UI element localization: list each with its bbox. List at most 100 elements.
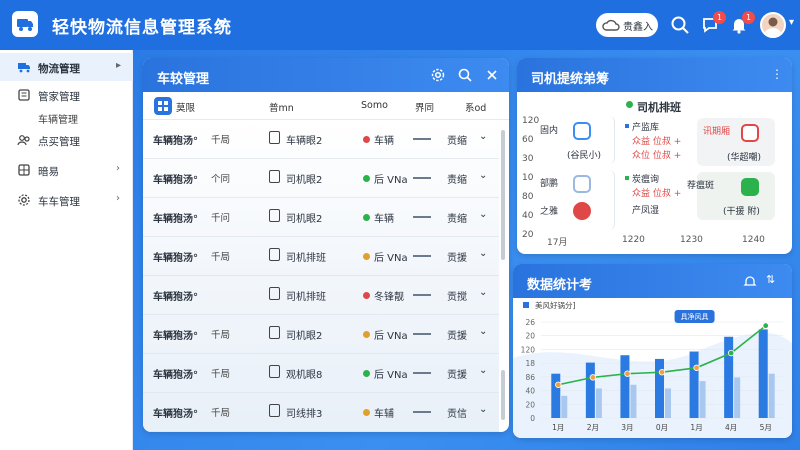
sidebar-item-car-management[interactable]: 车车管理 › xyxy=(0,186,133,214)
x-tick-label: 1月 xyxy=(552,423,564,432)
bar[interactable] xyxy=(561,395,568,418)
search-icon[interactable] xyxy=(457,67,473,83)
line-point[interactable] xyxy=(589,374,597,381)
table-row[interactable]: 车辆狍汤° 千局 观机眼8 后 VNa 贡援 ⌄ xyxy=(143,354,499,393)
action-cell[interactable]: 贡援 xyxy=(447,327,467,342)
status-cell: 车辆 xyxy=(374,214,394,225)
x-tick-label: 4月 xyxy=(725,423,737,432)
bar[interactable] xyxy=(734,377,741,418)
table-row[interactable]: 车辆狍汤° 千局 司机排班 后 VNa 贡援 ⌄ xyxy=(143,237,499,276)
line-point[interactable] xyxy=(624,370,631,377)
arrow-icon xyxy=(413,255,431,257)
table-row[interactable]: 车辆狍汤° 千局 司线排3 车辅 贡信 ⌄ xyxy=(143,393,499,432)
bar[interactable] xyxy=(655,358,664,418)
chevron-down-icon[interactable]: ⌄ xyxy=(479,287,487,298)
chevron-down-icon[interactable]: ⌄ xyxy=(479,326,487,337)
chevron-down-icon[interactable]: ▾ xyxy=(789,17,794,28)
action-cell[interactable]: 责缩 xyxy=(447,171,467,186)
sidebar-item-points[interactable]: 点买管理 xyxy=(0,126,133,154)
chevron-down-icon[interactable]: ⌄ xyxy=(479,365,487,376)
action-cell[interactable]: 贡援 xyxy=(447,366,467,381)
chevron-down-icon[interactable]: ▾ xyxy=(218,15,224,29)
table-row[interactable]: 车辆狍汤° 千局 司机眼2 后 VNa 贡援 ⌄ xyxy=(143,315,499,354)
line-point[interactable] xyxy=(727,349,735,357)
cloud-status-button[interactable]: 贵鑫入 xyxy=(596,13,658,37)
y-tick-label: 120 xyxy=(521,345,536,354)
bar[interactable] xyxy=(585,362,595,418)
status-dot xyxy=(363,214,370,221)
chevron-down-icon[interactable]: ⌄ xyxy=(479,404,487,415)
document-icon xyxy=(269,287,280,300)
table-row[interactable]: 车辆狍汤° 千局 车辆眼2 车辆 贡缩 ⌄ xyxy=(143,120,499,159)
sidebar-item-trade[interactable]: 暗易 › xyxy=(0,156,133,184)
arrow-icon xyxy=(413,216,431,218)
bar[interactable] xyxy=(665,388,671,418)
table-row[interactable]: 车辆狍汤° 千问 司机眼2 车辆 责缩 ⌄ xyxy=(143,198,499,237)
bar[interactable] xyxy=(758,329,768,418)
search-icon[interactable] xyxy=(670,15,690,35)
column-header[interactable]: 界同 xyxy=(415,100,434,114)
scrollbar-thumb[interactable] xyxy=(501,130,505,260)
schedule-cell: 司线排3 xyxy=(286,409,323,420)
chevron-down-icon[interactable]: ⌄ xyxy=(479,248,487,259)
bar[interactable] xyxy=(630,384,637,418)
sidebar-item-label: 物流管理 xyxy=(38,63,80,75)
message-icon[interactable]: 1 xyxy=(700,11,726,35)
avatar[interactable] xyxy=(760,12,786,38)
chevron-down-icon[interactable]: ⌄ xyxy=(479,170,487,181)
status-cell: 后 VNa xyxy=(374,331,408,342)
column-header[interactable]: Somo xyxy=(361,100,388,111)
bar[interactable] xyxy=(551,373,561,418)
column-header[interactable]: 系od xyxy=(465,100,486,114)
column-header[interactable]: 普mn xyxy=(269,100,294,114)
bar[interactable] xyxy=(595,388,602,418)
scrollbar-thumb[interactable] xyxy=(501,370,505,420)
arrow-icon xyxy=(413,177,431,179)
column-header[interactable]: 莫限 xyxy=(176,100,195,114)
table-row[interactable]: 车辆狍汤° 个同 司机眼2 后 VNa 责缩 ⌄ xyxy=(143,159,499,198)
scrollbar[interactable] xyxy=(499,120,507,432)
driver-stats-panel: 司机提统弟筹 ⋮ 司机排班 120 60 30 10 80 40 20 17月 1220 123… xyxy=(517,58,792,254)
y-tick-label: 0 xyxy=(530,414,535,423)
line-point[interactable] xyxy=(693,364,700,371)
line-point[interactable] xyxy=(658,369,666,376)
action-cell[interactable]: 贡缩 xyxy=(447,132,467,147)
grid-icon[interactable] xyxy=(154,97,172,115)
bar[interactable] xyxy=(724,336,734,418)
stat-card[interactable]: 固内 (谷民小) xyxy=(537,116,615,164)
chevron-down-icon[interactable]: ⌄ xyxy=(479,131,487,142)
line-point[interactable] xyxy=(762,322,769,329)
action-cell[interactable]: 贡援 xyxy=(447,249,467,264)
action-cell[interactable]: 贡搅 xyxy=(447,288,467,303)
stat-head: 讯期厢 xyxy=(703,127,731,137)
stat-card[interactable]: 部鹏 之雅 xyxy=(537,170,615,230)
bar[interactable] xyxy=(620,355,630,418)
box-icon xyxy=(573,122,591,140)
box-icon xyxy=(741,178,759,196)
bell-icon[interactable] xyxy=(743,274,757,288)
sidebar-item-logistics[interactable]: 物流管理 ▸ xyxy=(0,53,133,81)
schedule-cell: 司机排班 xyxy=(286,292,326,303)
action-cell[interactable]: 责缩 xyxy=(447,210,467,225)
panel-header: 数据统计考 ⇅ xyxy=(513,264,792,298)
vehicle-name: 车辆狍汤° xyxy=(153,370,198,381)
bell-icon[interactable]: 1 xyxy=(729,11,755,35)
chevron-right-icon: ▸ xyxy=(116,60,122,71)
table-row[interactable]: 车辆狍汤° 司机排班 冬锋靓 贡搅 ⌄ xyxy=(143,276,499,315)
line-point[interactable] xyxy=(555,381,562,388)
y-tick-label: 10 xyxy=(522,173,534,183)
panel-title: 车较管理 xyxy=(157,72,210,87)
status-cell: 后 VNa xyxy=(374,370,408,381)
stat-card[interactable]: 讯期厢 (华超嘲) xyxy=(697,118,775,166)
more-menu-icon[interactable]: ⋮ xyxy=(771,67,783,81)
stat-card[interactable]: 荐瘟斑 (干援 附) xyxy=(687,172,775,220)
settings-icon[interactable] xyxy=(430,67,446,83)
bar[interactable] xyxy=(768,373,775,418)
close-icon[interactable] xyxy=(484,67,500,83)
action-cell[interactable]: 贡信 xyxy=(447,405,467,420)
bar[interactable] xyxy=(699,381,706,418)
filter-icon[interactable]: ⇅ xyxy=(766,273,775,286)
bar[interactable] xyxy=(689,351,699,418)
schedule-cell: 观机眼8 xyxy=(286,370,323,381)
chevron-down-icon[interactable]: ⌄ xyxy=(479,209,487,220)
